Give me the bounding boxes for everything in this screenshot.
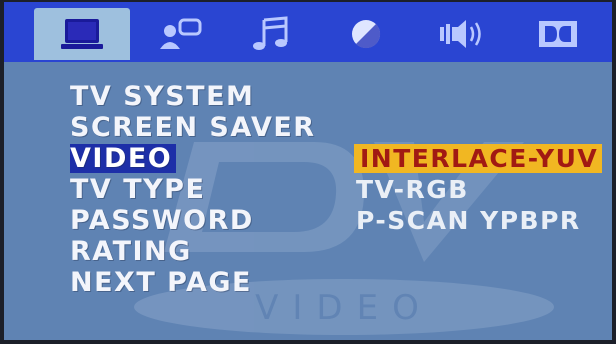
menu-item-rating[interactable]: RATING xyxy=(70,237,192,266)
tv-monitor-icon xyxy=(61,19,103,49)
option-tv-rgb[interactable]: TV-RGB xyxy=(356,175,469,204)
dolby-icon xyxy=(539,21,577,47)
menu-item-screen-saver[interactable]: SCREEN SAVER xyxy=(70,113,316,142)
category-tab-bar xyxy=(4,2,612,62)
osd-screen: VIDEO TV SYSTEM SCREEN SAVER VIDEO TV TY… xyxy=(4,2,612,340)
tab-picture-settings[interactable] xyxy=(318,8,414,60)
tab-language-settings[interactable] xyxy=(132,8,228,60)
menu-item-tv-type[interactable]: TV TYPE xyxy=(70,175,205,204)
music-note-icon xyxy=(253,16,288,50)
tab-audio-settings[interactable] xyxy=(222,8,318,60)
svg-text:VIDEO: VIDEO xyxy=(255,288,433,328)
color-contrast-icon xyxy=(352,20,381,49)
tab-dolby-settings[interactable] xyxy=(510,8,606,60)
menu-item-tv-system[interactable]: TV SYSTEM xyxy=(70,82,254,111)
tab-speaker-settings[interactable] xyxy=(414,8,510,60)
menu-item-video[interactable]: VIDEO xyxy=(70,144,177,173)
option-interlace-yuv[interactable]: INTERLACE-YUV xyxy=(354,144,603,173)
menu-item-next-page[interactable]: NEXT PAGE xyxy=(70,268,252,297)
tab-video-settings[interactable] xyxy=(34,8,130,60)
option-p-scan-ypbpr[interactable]: P-SCAN YPBPR xyxy=(356,206,581,235)
person-speech-icon xyxy=(160,18,202,49)
menu-item-password[interactable]: PASSWORD xyxy=(70,206,254,235)
speaker-sound-icon xyxy=(440,20,481,48)
